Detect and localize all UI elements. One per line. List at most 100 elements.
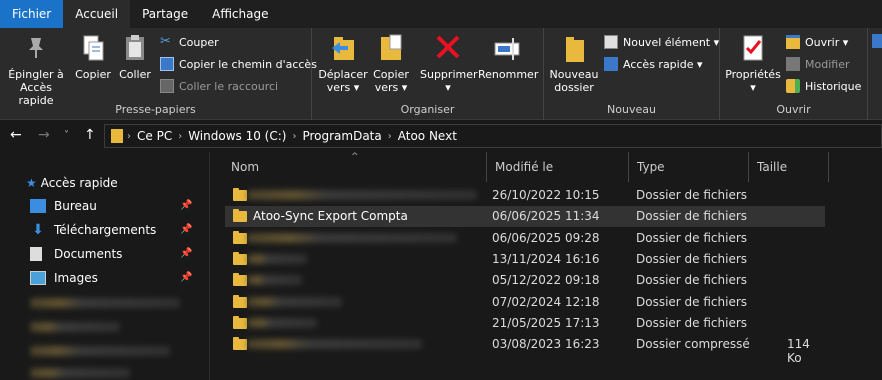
properties-button[interactable]: Propriétés ▾ <box>724 32 782 94</box>
menu-bar: Fichier Accueil Partage Affichage <box>0 0 882 28</box>
file-type: Dossier de fichiers <box>636 230 748 245</box>
table-row[interactable]: 07/02/2024 12:18 Dossier de fichiers <box>225 292 825 313</box>
scissors-icon: ✂ <box>160 34 171 49</box>
nav-quick-access[interactable]: ★ Accès rapide <box>26 172 118 194</box>
table-row[interactable]: 13/11/2024 16:16 Dossier de fichiers <box>225 249 825 270</box>
file-modified: 13/11/2024 16:16 <box>492 251 600 266</box>
rename-button[interactable]: Renommer <box>478 32 538 81</box>
column-header-modified[interactable]: Modifié le <box>487 152 629 182</box>
easy-access-button[interactable]: Accès rapide ▾ <box>604 54 703 74</box>
blurred-nav-item[interactable] <box>30 298 180 308</box>
path-icon <box>160 57 174 71</box>
chevron-down-icon: ˅ <box>64 130 69 141</box>
blurred-file-name <box>247 275 302 286</box>
star-icon: ★ <box>26 176 37 190</box>
chevron-right-icon: › <box>387 130 392 142</box>
open-button[interactable]: Ouvrir ▾ <box>786 32 848 52</box>
column-header-size[interactable]: Taille <box>749 152 829 182</box>
copy-path-button[interactable]: Copier le chemin d'accès <box>160 54 317 74</box>
clipboard-icon <box>126 35 144 60</box>
blurred-file-name <box>247 296 342 307</box>
table-row[interactable]: 05/12/2022 09:18 Dossier de fichiers <box>225 270 825 291</box>
blurred-file-name <box>247 317 317 328</box>
table-row[interactable]: 26/10/2022 10:15 Dossier de fichiers <box>225 185 825 206</box>
nav-bureau[interactable]: Bureau <box>30 195 97 217</box>
group-open: Propriétés ▾ Ouvrir ▾ Modifier Historiqu… <box>720 28 868 120</box>
crumb-programdata[interactable]: ProgramData <box>302 129 381 143</box>
image-icon <box>30 271 46 285</box>
nav-images[interactable]: Images <box>30 267 98 289</box>
copy-icon <box>83 35 104 61</box>
copy-folder-icon <box>381 34 402 60</box>
paste-shortcut-button[interactable]: Coller le raccourci <box>160 76 278 96</box>
copy-to-button[interactable]: Copier vers ▾ <box>370 32 412 94</box>
folder-icon <box>233 273 247 287</box>
file-type: Dossier de fichiers <box>636 294 748 309</box>
file-size: 114 Ko <box>787 337 810 366</box>
file-modified: 26/10/2022 10:15 <box>492 188 600 202</box>
file-type: Dossier de fichiers <box>636 188 748 202</box>
blurred-nav-item[interactable] <box>30 346 170 356</box>
file-type: Dossier de fichiers <box>636 251 748 266</box>
file-modified: 07/02/2024 12:18 <box>492 294 600 309</box>
tab-accueil[interactable]: Accueil <box>63 0 131 28</box>
pin-icon <box>29 38 43 58</box>
table-row[interactable]: 21/05/2025 17:13 Dossier de fichiers <box>225 313 825 334</box>
file-type: Dossier de fichiers <box>636 273 748 288</box>
nav-documents[interactable]: Documents <box>30 243 122 265</box>
edit-button[interactable]: Modifier <box>786 54 849 74</box>
crumb-drive[interactable]: Windows 10 (C:) <box>188 129 286 143</box>
chevron-right-icon: › <box>178 130 183 142</box>
address-box[interactable]: › Ce PC › Windows 10 (C:) › ProgramData … <box>104 124 882 148</box>
rename-icon <box>494 38 520 60</box>
new-item-icon <box>604 35 618 49</box>
column-header-type[interactable]: Type <box>629 152 749 182</box>
folder-icon <box>233 230 247 244</box>
file-type: Dossier de fichiers <box>636 209 748 224</box>
file-list: ^ Nom Modifié le Type Taille 26/10/2022 … <box>211 152 882 380</box>
forward-button[interactable]: → <box>38 127 50 143</box>
open-icon <box>786 35 800 49</box>
recent-locations-button[interactable]: ˅ <box>64 130 69 141</box>
select-icon[interactable] <box>872 34 882 48</box>
tab-fichier[interactable]: Fichier <box>0 0 64 28</box>
new-item-button[interactable]: Nouvel élément ▾ <box>604 32 719 52</box>
pin-icon: 📌 <box>180 272 193 283</box>
blurred-file-name <box>247 190 477 200</box>
move-to-button[interactable]: Déplacer vers ▾ <box>318 32 368 94</box>
folder-icon <box>233 315 247 329</box>
crumb-atoo-next[interactable]: Atoo Next <box>398 129 457 143</box>
new-folder-button[interactable]: Nouveau dossier <box>548 32 600 94</box>
blurred-file-name <box>247 232 457 243</box>
blurred-file-name <box>247 339 422 350</box>
nav-telechargements[interactable]: ⬇ Téléchargements <box>30 219 156 241</box>
up-button[interactable]: ↑ <box>84 127 96 143</box>
tab-affichage[interactable]: Affichage <box>200 0 280 28</box>
arrow-up-icon: ↑ <box>84 127 96 143</box>
group-label-clipboard: Presse-papiers <box>115 103 196 116</box>
blurred-nav-item[interactable] <box>30 368 130 378</box>
table-row[interactable]: 03/08/2023 16:23 Dossier compressé 114 Ko <box>225 334 825 365</box>
ribbon: Épingler à Accès rapide Copier Coller ✂ C… <box>0 28 882 120</box>
group-label-new: Nouveau <box>607 103 656 116</box>
back-button[interactable]: ← <box>10 127 22 143</box>
easy-access-icon <box>604 57 618 71</box>
history-button[interactable]: Historique <box>786 76 861 96</box>
crumb-this-pc[interactable]: Ce PC <box>137 129 172 143</box>
download-icon: ⬇ <box>32 222 44 238</box>
document-icon <box>30 247 42 261</box>
cut-button[interactable]: ✂ Couper <box>160 32 219 52</box>
arrow-left-icon: ← <box>10 127 22 143</box>
desktop-icon <box>30 199 46 213</box>
table-row[interactable]: 06/06/2025 09:28 Dossier de fichiers <box>225 228 825 249</box>
copy-button[interactable]: Copier <box>74 32 112 81</box>
table-row[interactable]: Atoo-Sync Export Compta 06/06/2025 11:34 D… <box>225 206 825 228</box>
pin-icon: 📌 <box>180 224 193 235</box>
tab-partage[interactable]: Partage <box>130 0 200 28</box>
pin-quick-access-button[interactable]: Épingler à Accès rapide <box>4 32 68 107</box>
paste-button[interactable]: Coller <box>116 32 154 81</box>
column-header-name[interactable]: Nom <box>223 152 487 182</box>
group-clipboard: Épingler à Accès rapide Copier Coller ✂ C… <box>0 28 317 120</box>
delete-button[interactable]: Supprimer ▾ <box>420 32 478 94</box>
blurred-nav-item[interactable] <box>30 322 120 332</box>
